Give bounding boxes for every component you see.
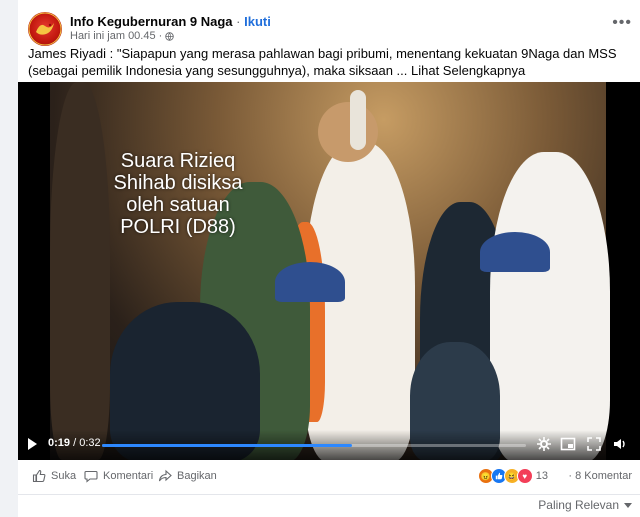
post-card: Info Kegubernuran 9 Naga · Ikuti Hari in… — [18, 0, 640, 517]
header-separator: · — [236, 14, 241, 29]
dragon-logo-icon — [28, 12, 62, 46]
reaction-summary[interactable]: 😠 😆 ♥ 13 — [477, 468, 548, 484]
follow-button[interactable]: Ikuti — [244, 14, 271, 29]
comment-icon — [84, 470, 98, 483]
meta-separator: · — [158, 30, 163, 42]
video-caption-overlay: Suara Rizieq Shihab disiksa oleh satuan … — [113, 150, 243, 238]
post-header: Info Kegubernuran 9 Naga · Ikuti — [70, 14, 271, 29]
video-player[interactable]: Suara Rizieq Shihab disiksa oleh satuan … — [18, 82, 640, 460]
video-frame — [50, 82, 610, 460]
fullscreen-icon[interactable] — [586, 436, 602, 452]
comment-sort-dropdown[interactable]: Paling Relevan — [538, 498, 632, 512]
more-options-icon[interactable]: ••• — [612, 14, 632, 32]
figure-left-edge — [50, 82, 110, 460]
total-time: / 0:32 — [73, 437, 101, 449]
share-icon — [158, 469, 172, 482]
current-time: 0:19 — [48, 437, 71, 449]
figure-head — [318, 102, 378, 162]
play-icon[interactable] — [28, 438, 37, 450]
progress-bar[interactable] — [102, 444, 526, 447]
comment-label: Komentari — [103, 470, 154, 482]
progress-fill — [102, 444, 353, 447]
comments-count-link[interactable]: · 8 Komentar — [568, 470, 632, 482]
video-controls: 0:19 / 0:32 — [18, 430, 640, 460]
post-actions: Suka Komentari Bagikan 😠 😆 ♥ 13 · 8 Kome… — [18, 460, 640, 495]
share-label: Bagikan — [177, 470, 217, 482]
post-text: James Riyadi : "Siapapun yang merasa pah… — [28, 46, 617, 78]
video-time: 0:19 / 0:32 — [48, 437, 101, 449]
chevron-down-icon — [624, 502, 632, 508]
comment-button[interactable]: Komentari — [84, 469, 153, 483]
like-label: Suka — [51, 470, 77, 482]
sort-label: Paling Relevan — [538, 498, 619, 512]
share-button[interactable]: Bagikan — [158, 469, 217, 483]
page-name-link[interactable]: Info Kegubernuran 9 Naga — [70, 14, 233, 29]
love-reaction-icon: ♥ — [516, 468, 533, 484]
post-meta: Hari ini jam 00.45 · — [70, 30, 174, 42]
figure-raised-arms — [350, 90, 366, 150]
reaction-count: 13 — [535, 470, 548, 482]
figure-blue-helmet — [480, 232, 550, 272]
like-button[interactable]: Suka — [32, 469, 76, 483]
pip-icon[interactable] — [560, 436, 576, 452]
post-timestamp[interactable]: Hari ini jam 00.45 — [70, 30, 156, 42]
comments-count: 8 Komentar — [575, 470, 632, 482]
thumbs-up-icon — [32, 469, 46, 483]
volume-icon[interactable] — [612, 436, 628, 452]
figure-blue-helmet-left — [275, 262, 345, 302]
settings-icon[interactable] — [536, 436, 552, 452]
globe-icon — [165, 31, 174, 41]
figure-white-shirt — [490, 152, 610, 460]
page-avatar[interactable] — [28, 12, 62, 46]
